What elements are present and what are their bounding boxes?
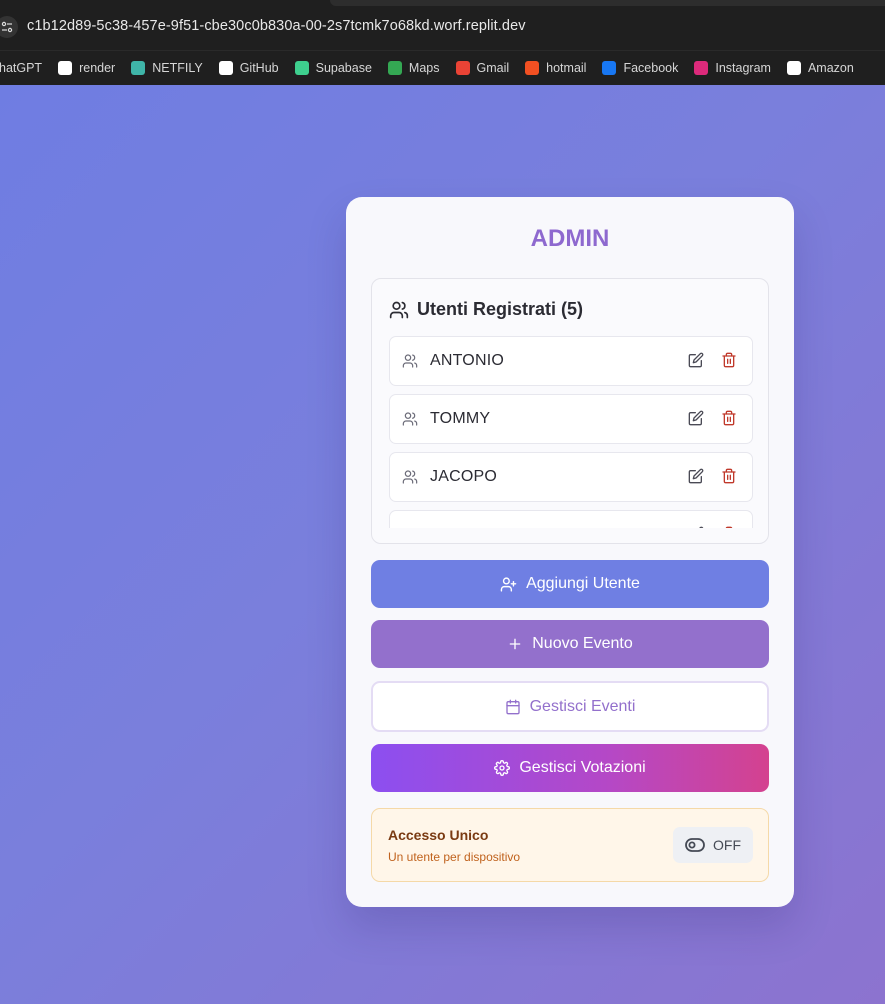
netlify-icon: [131, 61, 146, 75]
bookmark-label: hatGPT: [0, 61, 43, 75]
maps-icon: [387, 61, 402, 75]
bookmark-netlify[interactable]: NETFILY: [131, 61, 203, 75]
bookmark-label: hotmail: [546, 61, 587, 75]
gmail-icon: [455, 61, 470, 75]
hotmail-icon: [525, 61, 540, 75]
render-icon: [58, 61, 73, 75]
browser-url-bar: c1b12d89-5c38-457e-9f51-cbe30c0b830a-00-…: [0, 0, 885, 50]
single-access-title: Accesso Unico: [388, 827, 489, 843]
plus-icon: [509, 638, 521, 650]
supabase-icon: [294, 61, 309, 75]
edit-icon[interactable]: [688, 410, 706, 428]
new-event-button[interactable]: Nuovo Evento: [371, 620, 769, 668]
toggle-off-icon: [685, 838, 705, 852]
bookmark-supabase[interactable]: Supabase: [294, 61, 372, 75]
bookmark-maps[interactable]: Maps: [387, 61, 440, 75]
bookmark-label: NETFILY: [152, 61, 203, 75]
user-row: [389, 510, 753, 528]
tab-strip: [330, 0, 885, 6]
bookmark-label: Maps: [408, 61, 440, 75]
edit-icon[interactable]: [688, 352, 706, 370]
bookmark-label: GitHub: [239, 61, 279, 75]
bookmark-label: Instagram: [715, 61, 771, 75]
site-settings-icon[interactable]: [0, 16, 18, 38]
user-plus-icon: [500, 576, 517, 592]
bookmark-facebook[interactable]: Facebook: [602, 61, 678, 75]
bookmark-chatgpt[interactable]: hatGPT: [0, 61, 42, 75]
user-list[interactable]: ANTONIO TOMMY JACOPO: [389, 336, 753, 528]
bookmark-gmail[interactable]: Gmail: [455, 61, 510, 75]
bookmark-label: Supabase: [315, 61, 372, 75]
bookmark-instagram[interactable]: Instagram: [694, 61, 771, 75]
edit-icon[interactable]: [688, 526, 706, 528]
edit-icon[interactable]: [688, 468, 706, 486]
user-icon: [402, 353, 418, 374]
gear-icon: [494, 760, 511, 776]
page-title: ADMIN: [530, 225, 610, 252]
users-icon: [389, 301, 409, 318]
amazon-icon: [786, 61, 801, 75]
bookmark-label: Facebook: [623, 61, 679, 75]
user-icon: [402, 411, 418, 432]
single-access-panel: Accesso Unico Un utente per dispositivo …: [371, 808, 769, 882]
url-text[interactable]: c1b12d89-5c38-457e-9f51-cbe30c0b830a-00-…: [27, 18, 526, 34]
add-user-button[interactable]: Aggiungi Utente: [371, 560, 769, 608]
user-name: JACOPO: [430, 468, 497, 485]
bookmark-label: render: [79, 61, 116, 75]
page-background: ADMIN Utenti Registrati (5) ANTONIO TOMMY…: [0, 85, 885, 1004]
bookmark-label: Amazon: [807, 61, 854, 75]
manage-events-button[interactable]: Gestisci Eventi: [371, 681, 769, 732]
user-icon: [402, 527, 418, 528]
trash-icon[interactable]: [721, 410, 739, 428]
bookmarks-bar: hatGPT render NETFILY GitHub Supabase Maps Gma…: [0, 50, 885, 85]
user-row: JACOPO: [389, 452, 753, 502]
manage-events-label: Gestisci Eventi: [529, 697, 636, 715]
trash-icon[interactable]: [721, 468, 739, 486]
manage-votes-label: Gestisci Votazioni: [519, 759, 646, 776]
user-row: TOMMY: [389, 394, 753, 444]
github-icon: [218, 61, 233, 75]
user-row: ANTONIO: [389, 336, 753, 386]
single-access-subtitle: Un utente per dispositivo: [388, 850, 521, 864]
calendar-icon: [505, 699, 520, 714]
facebook-icon: [602, 61, 617, 75]
trash-icon[interactable]: [721, 526, 739, 528]
manage-votes-button[interactable]: Gestisci Votazioni: [371, 744, 769, 792]
toggle-label: OFF: [713, 837, 741, 853]
users-panel: Utenti Registrati (5) ANTONIO TOMMY JACOPO: [371, 278, 769, 544]
users-header: Utenti Registrati (5): [389, 299, 583, 320]
instagram-icon: [694, 61, 709, 75]
trash-icon[interactable]: [721, 352, 739, 370]
admin-card: ADMIN Utenti Registrati (5) ANTONIO TOMMY…: [346, 197, 794, 907]
users-header-label: Utenti Registrati (5): [417, 299, 584, 319]
bookmark-github[interactable]: GitHub: [218, 61, 279, 75]
bookmark-amazon[interactable]: Amazon: [786, 61, 854, 75]
single-access-toggle[interactable]: OFF: [673, 827, 753, 863]
add-user-label: Aggiungi Utente: [526, 575, 640, 592]
user-name: TOMMY: [430, 410, 491, 427]
user-icon: [402, 469, 418, 490]
user-name: ANTONIO: [430, 352, 505, 369]
new-event-label: Nuovo Evento: [532, 635, 633, 652]
bookmark-render[interactable]: render: [58, 61, 115, 75]
bookmark-label: Gmail: [476, 61, 510, 75]
bookmark-hotmail[interactable]: hotmail: [525, 61, 586, 75]
